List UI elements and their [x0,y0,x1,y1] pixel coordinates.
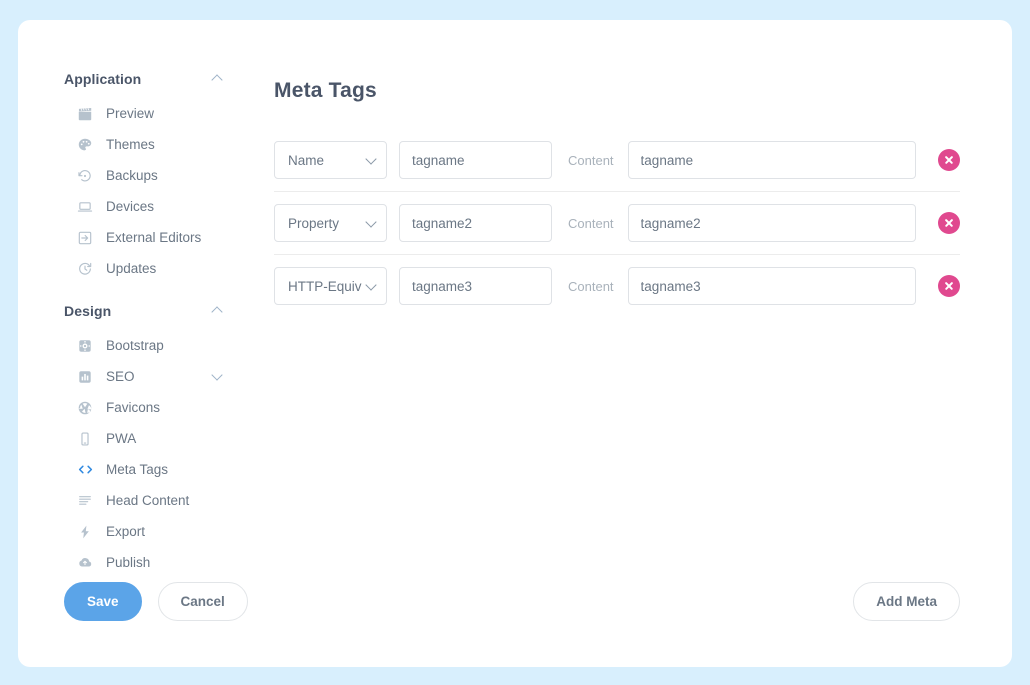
meta-type-select-wrapper: Name [274,141,387,179]
sidebar-item-label: Favicons [106,400,224,415]
sidebar-item-label: Export [106,524,224,539]
sidebar-item-external-editors[interactable]: External Editors [64,222,256,253]
cloud-upload-icon [76,554,94,572]
table-row: Property Content [274,192,960,255]
text-lines-icon [76,492,94,510]
sidebar-item-publish[interactable]: Publish [64,547,256,578]
meta-type-select[interactable]: HTTP-Equiv [274,267,387,305]
sidebar-item-favicons[interactable]: Favicons [64,392,256,423]
sidebar-group-header-application[interactable]: Application [64,64,256,94]
main-panel: Meta Tags Name Content Property [256,64,1012,667]
sidebar-item-label: Publish [106,555,224,570]
lightning-bolt-icon [76,523,94,541]
meta-name-input[interactable] [399,267,552,305]
sidebar-item-label: Themes [106,137,224,152]
mobile-phone-icon [76,430,94,448]
meta-type-select-wrapper: HTTP-Equiv [274,267,387,305]
sidebar-item-devices[interactable]: Devices [64,191,256,222]
page-title: Meta Tags [274,79,960,103]
meta-type-select-wrapper: Property [274,204,387,242]
refresh-clock-icon [76,260,94,278]
table-row: Name Content [274,129,960,192]
sidebar-item-meta-tags[interactable]: Meta Tags [64,454,256,485]
sidebar-item-export[interactable]: Export [64,516,256,547]
sidebar-item-preview[interactable]: Preview [64,98,256,129]
sidebar-item-label: SEO [106,369,212,384]
close-circle-icon[interactable] [938,212,960,234]
cancel-button[interactable]: Cancel [158,582,248,621]
content-label: Content [568,216,614,231]
chevron-up-icon[interactable] [212,73,224,85]
sidebar-item-label: PWA [106,431,224,446]
save-button[interactable]: Save [64,582,142,621]
table-row: HTTP-Equiv Content [274,255,960,317]
meta-content-input[interactable] [628,141,916,179]
bar-chart-icon [76,368,94,386]
sidebar-item-pwa[interactable]: PWA [64,423,256,454]
meta-content-input[interactable] [628,204,916,242]
sidebar-item-label: Updates [106,261,224,276]
sidebar: Application Preview Themes Backups [18,64,256,667]
sidebar-group-title-design: Design [64,303,111,319]
chevron-up-icon[interactable] [212,305,224,317]
code-brackets-icon [76,461,94,479]
sidebar-item-seo[interactable]: SEO [64,361,256,392]
meta-tag-rows: Name Content Property Content [274,129,960,317]
sidebar-item-label: Head Content [106,493,224,508]
palette-icon [76,136,94,154]
close-circle-icon[interactable] [938,275,960,297]
content-label: Content [568,279,614,294]
sidebar-item-label: Devices [106,199,224,214]
sidebar-item-head-content[interactable]: Head Content [64,485,256,516]
sidebar-item-label: Backups [106,168,224,183]
sidebar-item-label: Bootstrap [106,338,224,353]
film-clapper-icon [76,105,94,123]
sidebar-item-themes[interactable]: Themes [64,129,256,160]
sidebar-item-label: Meta Tags [106,462,224,477]
footer-actions: Save Cancel Add Meta [64,582,960,621]
sidebar-item-bootstrap[interactable]: Bootstrap [64,330,256,361]
add-meta-button[interactable]: Add Meta [853,582,960,621]
sidebar-group-header-design[interactable]: Design [64,296,256,326]
gear-square-icon [76,337,94,355]
app-card: Application Preview Themes Backups [18,20,1012,667]
sidebar-group-title-application: Application [64,71,141,87]
meta-content-input[interactable] [628,267,916,305]
sidebar-item-backups[interactable]: Backups [64,160,256,191]
laptop-icon [76,198,94,216]
meta-name-input[interactable] [399,141,552,179]
restore-clock-icon [76,167,94,185]
sidebar-item-updates[interactable]: Updates [64,253,256,284]
meta-type-select[interactable]: Property [274,204,387,242]
aperture-icon [76,399,94,417]
close-circle-icon[interactable] [938,149,960,171]
sidebar-item-label: External Editors [106,230,224,245]
meta-name-input[interactable] [399,204,552,242]
content-label: Content [568,153,614,168]
external-link-box-icon [76,229,94,247]
sidebar-item-label: Preview [106,106,224,121]
meta-type-select[interactable]: Name [274,141,387,179]
chevron-down-icon[interactable] [212,371,224,383]
